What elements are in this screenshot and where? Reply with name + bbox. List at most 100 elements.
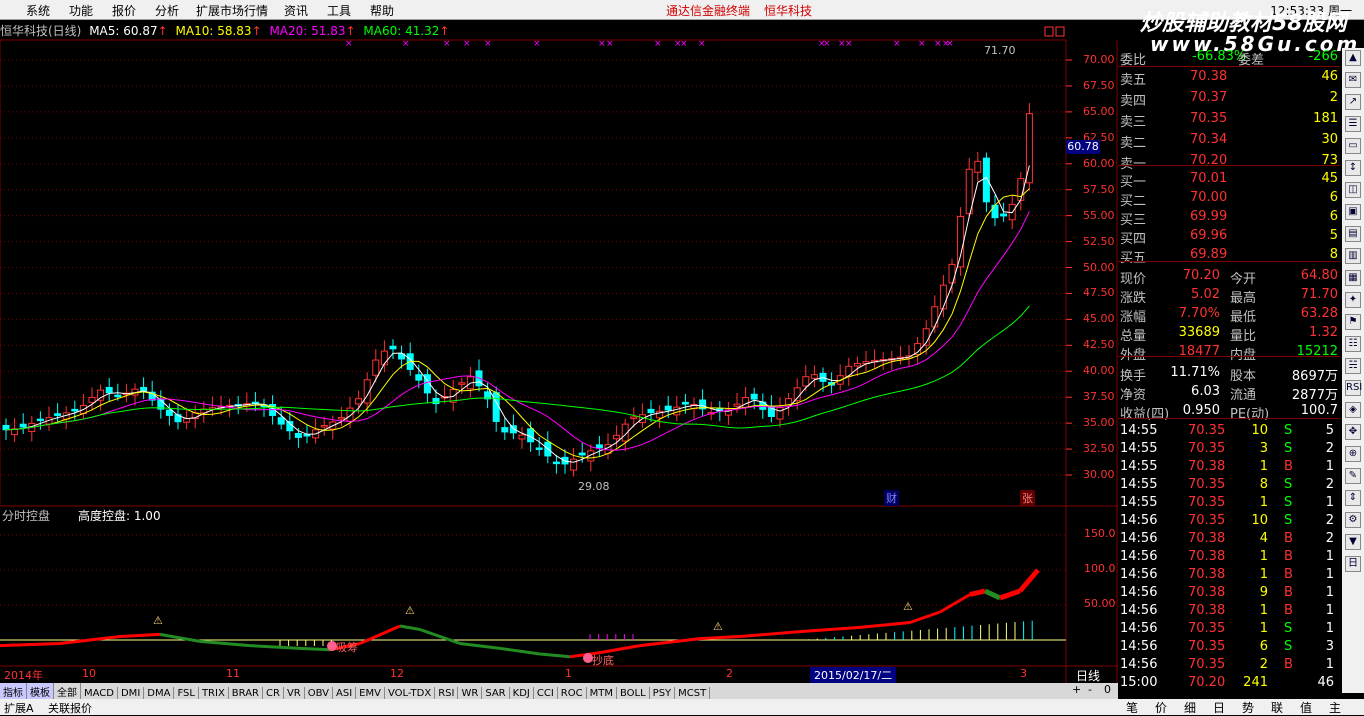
quote-cell: 6	[1259, 639, 1268, 654]
zoom-in-button[interactable]: +	[1072, 683, 1081, 696]
candle-body	[518, 434, 526, 440]
toolbar-icon-8[interactable]: ▤	[1345, 226, 1361, 242]
toolbar-icon-14[interactable]: ☵	[1345, 358, 1361, 374]
tick-row: 14:55 70.35 10 S 5	[1118, 422, 1340, 441]
price-tick-label: 37.50	[1083, 390, 1115, 404]
quote-cell: 今开	[1230, 272, 1257, 287]
candle-body	[810, 374, 818, 379]
ma20-line	[5, 211, 1030, 451]
quote-cell: B	[1284, 531, 1293, 546]
tab-指标[interactable]: 指标	[0, 683, 27, 700]
signal-marker: ×	[680, 39, 688, 49]
quote-cell: 1	[1259, 603, 1268, 618]
zoom-out-button[interactable]: -	[1088, 683, 1092, 696]
quote-cell: 15:00	[1120, 675, 1158, 690]
candle-body	[36, 418, 44, 422]
quote-cell: 1	[1325, 495, 1334, 510]
price-tick-label: 55.00	[1083, 208, 1115, 222]
quote-cell: 2	[1325, 477, 1334, 492]
stat2-row: 换手 11.71% 股本 8697万	[1118, 364, 1340, 384]
sell-volume: 46	[1321, 69, 1338, 84]
quote-cell: 外盘	[1120, 348, 1147, 363]
toolbar-icon-0[interactable]: ▲	[1345, 50, 1361, 66]
quote-tab-2[interactable]: 细	[1184, 699, 1196, 716]
status-extended[interactable]: 扩展A	[4, 700, 34, 716]
toolbar-icon-17[interactable]: ✥	[1345, 424, 1361, 440]
indicator-line	[119, 632, 161, 638]
quote-tab-4[interactable]: 势	[1242, 699, 1254, 716]
candle-body	[165, 409, 173, 416]
reset-button[interactable]: 0	[1104, 683, 1111, 696]
quote-cell: 46	[1317, 675, 1334, 690]
candle-body	[535, 447, 543, 450]
status-linked-quote[interactable]: 关联报价	[48, 700, 92, 716]
toolbar-icon-16[interactable]: ◈	[1345, 402, 1361, 418]
quote-tab-5[interactable]: 联	[1271, 699, 1283, 716]
indicator-line	[699, 635, 741, 641]
toolbar-icon-11[interactable]: ✦	[1345, 292, 1361, 308]
quote-cell: 14:55	[1120, 423, 1158, 438]
toolbar-icon-4[interactable]: ▭	[1345, 138, 1361, 154]
finance-marker[interactable]: 财	[884, 490, 899, 506]
candle-body	[54, 413, 62, 416]
stat2-row: 净资 6.03 流通 2877万	[1118, 383, 1340, 403]
quote-cell: S	[1284, 513, 1293, 528]
quote-tab-7[interactable]: 主	[1329, 699, 1341, 716]
toolbar-icon-22[interactable]: ▼	[1345, 534, 1361, 550]
quote-cell: 14:55	[1120, 441, 1158, 456]
candle-body	[974, 160, 982, 173]
kline-chart[interactable]: × × × × × × × × × ×× × ×× × × × × × ××⚠⚠⚠⚠	[0, 0, 1118, 683]
low-price-label: 29.08	[578, 480, 610, 493]
toolbar-icon-23[interactable]: 日	[1345, 556, 1361, 572]
candle-body	[845, 365, 853, 377]
limit-up-marker[interactable]: 张	[1020, 490, 1035, 506]
candle-body	[140, 386, 148, 392]
quote-tab-1[interactable]: 价	[1155, 699, 1167, 716]
tick-row: 14:56 70.38 4 B 2	[1118, 530, 1340, 549]
buy-level-5: 买五 69.89 8	[1118, 246, 1340, 266]
toolbar-icon-7[interactable]: ▣	[1345, 204, 1361, 220]
toolbar-icon-12[interactable]: ⚑	[1345, 314, 1361, 330]
toolbar-icon-18[interactable]: ⊕	[1345, 446, 1361, 462]
toolbar-icon-2[interactable]: ↗	[1345, 94, 1361, 110]
toolbar-icon-10[interactable]: ▦	[1345, 270, 1361, 286]
date-oct: 10	[82, 667, 96, 680]
candle-body	[458, 382, 466, 385]
quote-cell: 14:56	[1120, 603, 1158, 618]
toolbar-icon-15[interactable]: RSI	[1345, 380, 1362, 396]
tab-模板[interactable]: 模板	[27, 683, 54, 700]
toolbar-icon-5[interactable]: ↕	[1345, 160, 1361, 176]
sell-level-2: 卖二 70.34 30	[1118, 131, 1340, 151]
tick-row: 14:56 70.38 1 B 1	[1118, 566, 1340, 585]
quote-tab-0[interactable]: 笔	[1126, 699, 1138, 716]
toolbar-icon-19[interactable]: ✎	[1345, 468, 1361, 484]
quote-tab-3[interactable]: 日	[1213, 699, 1225, 716]
price-tick-label: 50.00	[1083, 260, 1115, 274]
toolbar-icon-13[interactable]: ☷	[1345, 336, 1361, 352]
candle-body	[337, 416, 345, 420]
toolbar-icon-21[interactable]: ⚙	[1345, 512, 1361, 528]
quote-cell: 买一	[1120, 175, 1147, 190]
quote-cell: 241	[1243, 675, 1268, 690]
sell-level-4: 卖四 70.37 2	[1118, 89, 1340, 109]
tick-row: 14:56 70.35 1 S 1	[1118, 620, 1340, 639]
indicator-tabs: 指标 模板 全部 MACD DMI DMA FSL TRIX BRAR CR VR OBV ASI EMV…	[0, 683, 1118, 700]
quote-cell: 70.35	[1188, 513, 1226, 528]
toolbar-icon-3[interactable]: ☰	[1345, 116, 1361, 132]
toolbar-icon-9[interactable]: ▥	[1345, 248, 1361, 264]
toolbar-icon-20[interactable]: ⇕	[1345, 490, 1361, 506]
toolbar-icon-1[interactable]: ✉	[1345, 72, 1361, 88]
price-tick-label: 30.00	[1083, 468, 1115, 481]
quote-cell: 最低	[1230, 310, 1257, 325]
quote-cell: 14:56	[1120, 567, 1158, 582]
quote-tab-6[interactable]: 值	[1300, 699, 1312, 716]
toolbar-icon-6[interactable]: ◫	[1345, 182, 1361, 198]
period-label[interactable]: 日线	[1076, 667, 1100, 684]
quote-cell: 卖五	[1120, 73, 1147, 88]
quote-cell: 换手	[1120, 369, 1147, 384]
candle-body	[853, 362, 861, 367]
sell-price: 70.37	[1190, 90, 1228, 105]
signal-marker: ×	[893, 39, 901, 49]
quote-cell: 卖四	[1120, 94, 1147, 109]
tab-全部[interactable]: 全部	[54, 683, 81, 700]
